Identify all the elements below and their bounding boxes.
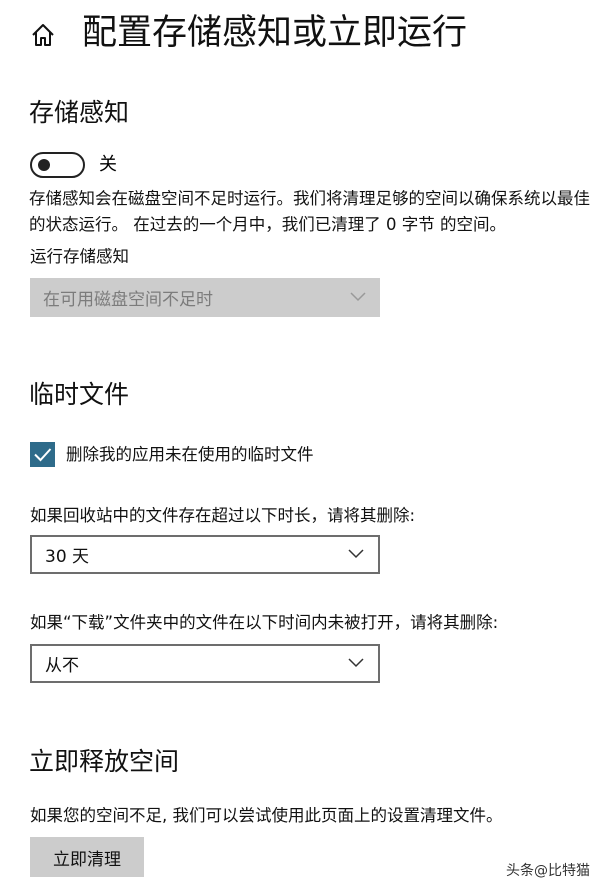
delete-temp-files-label: 删除我的应用未在使用的临时文件: [66, 445, 314, 464]
storage-sense-description: 存储感知会在磁盘空间不足时运行。我们将清理足够的空间以确保系统以最佳的状态运行。…: [29, 189, 590, 234]
delete-temp-files-checkbox[interactable]: [30, 442, 55, 467]
downloads-dropdown[interactable]: 从不: [30, 644, 380, 683]
home-icon[interactable]: [28, 20, 58, 50]
chevron-down-icon: [350, 291, 366, 301]
watermark: 头条@比特猫: [506, 863, 590, 879]
storage-sense-toggle[interactable]: [30, 152, 85, 178]
temp-files-heading: 临时文件: [29, 380, 130, 409]
recycle-bin-value: 30 天: [45, 547, 90, 567]
storage-sense-heading: 存储感知: [29, 98, 130, 127]
chevron-down-icon: [348, 657, 364, 667]
toggle-knob: [38, 159, 50, 171]
clean-now-button[interactable]: 立即清理: [30, 837, 144, 877]
recycle-bin-dropdown[interactable]: 30 天: [30, 535, 380, 574]
recycle-bin-label: 如果回收站中的文件存在超过以下时长，请将其删除:: [30, 506, 416, 525]
toggle-state-label: 关: [99, 154, 117, 175]
chevron-down-icon: [348, 548, 364, 558]
checkmark-icon: [34, 448, 52, 462]
page-title: 配置存储感知或立即运行: [82, 13, 468, 53]
run-storage-sense-value: 在可用磁盘空间不足时: [43, 290, 213, 310]
run-storage-sense-dropdown: 在可用磁盘空间不足时: [30, 278, 380, 317]
free-space-description: 如果您的空间不足, 我们可以尝试使用此页面上的设置清理文件。: [30, 806, 503, 825]
downloads-label: 如果“下载”文件夹中的文件在以下时间内未被打开，请将其删除:: [30, 613, 499, 632]
free-space-heading: 立即释放空间: [29, 747, 180, 776]
run-storage-sense-label: 运行存储感知: [30, 247, 129, 266]
downloads-value: 从不: [45, 656, 79, 676]
